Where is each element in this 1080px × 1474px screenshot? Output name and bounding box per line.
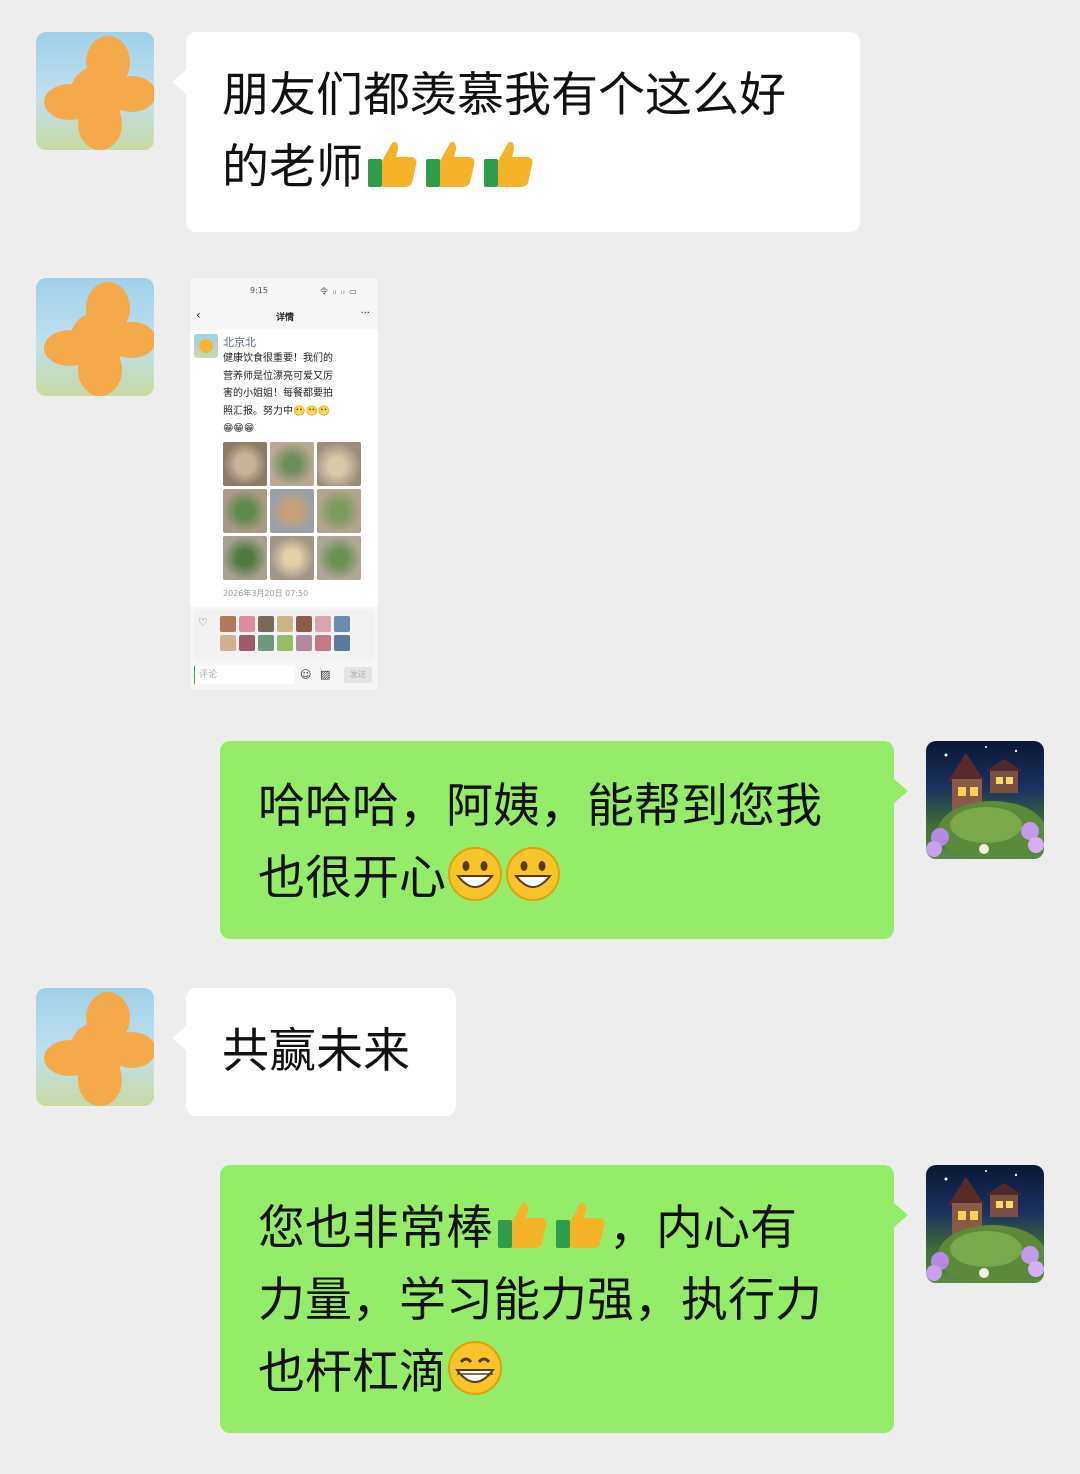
avatar-blur-mask: [44, 282, 154, 396]
my-avatar[interactable]: [926, 1165, 1044, 1283]
message-text-line: 共赢未来: [222, 1024, 410, 1079]
nav-title: 详情: [276, 313, 295, 323]
message-text-line: 朋友们都羡慕我有个这么好: [222, 68, 786, 123]
thumbs-up-icon: [426, 141, 475, 187]
avatar-blur-mask: [44, 992, 154, 1106]
food-photo: [317, 442, 361, 486]
contact-avatar[interactable]: [36, 32, 154, 150]
thumbs-up-icon: [484, 141, 533, 187]
liker-avatar: [258, 635, 274, 651]
post-avatar: [194, 334, 218, 358]
post-line: 营养师是位漂亮可爱又厉: [223, 370, 333, 382]
contact-avatar[interactable]: [36, 988, 154, 1106]
post-line: 健康饮食很重要！我们的: [223, 353, 333, 364]
comment-bar: 评论 ☺ ▨ 发送: [194, 666, 374, 686]
image-message-screenshot[interactable]: 9:15 令 ᵢₗ ᵢₗ ▭ ‹ 详情 ··· 北京北 健康饮食很重要！我们的 …: [190, 278, 378, 690]
food-photo: [270, 489, 314, 533]
liker-avatar: [315, 616, 331, 632]
send-button: 发送: [344, 667, 372, 683]
message-bubble-incoming[interactable]: 朋友们都羡慕我有个这么好 的老师: [172, 32, 860, 232]
photo-grid: [223, 442, 361, 580]
liker-avatar: [315, 635, 331, 651]
heart-icon: ♡: [198, 616, 208, 629]
status-icons: 令 ᵢₗ ᵢₗ ▭: [320, 287, 358, 296]
post-line: 😁😁😁: [223, 423, 255, 434]
bubble-tail: [172, 1026, 186, 1050]
liker-avatar: [334, 635, 350, 651]
liker-avatar: [296, 616, 312, 632]
liker-avatar: [277, 616, 293, 632]
house-scene-image: [926, 746, 1044, 859]
likes-panel: ♡: [194, 610, 374, 660]
thumbs-up-icon: [368, 141, 417, 187]
grinning-face-icon: [448, 847, 502, 901]
emoji-icon: ☺: [300, 668, 312, 681]
house-scene-image: [926, 1170, 1044, 1283]
comment-input: 评论: [194, 666, 294, 684]
bubble-tail: [894, 1203, 908, 1227]
image-icon: ▨: [320, 668, 331, 681]
message-text-line: 力量，学习能力强，执行力: [258, 1273, 822, 1328]
food-photo: [223, 442, 267, 486]
liker-avatar: [239, 616, 255, 632]
liker-avatar: [277, 635, 293, 651]
message-text-line: 也杆杠滴: [258, 1337, 894, 1409]
message-text-line: 也很开心: [258, 843, 894, 915]
back-icon: ‹: [196, 308, 201, 322]
food-photo: [317, 489, 361, 533]
thumbs-up-icon: [556, 1202, 605, 1248]
nav-bar: ‹ 详情 ···: [190, 308, 378, 326]
liker-avatar: [239, 635, 255, 651]
status-bar: 9:15 令 ᵢₗ ᵢₗ ▭: [190, 286, 378, 300]
liker-avatar: [220, 635, 236, 651]
message-text-line: 的老师: [222, 132, 860, 204]
post-text: 健康饮食很重要！我们的 营养师是位漂亮可爱又厉 害的小姐姐！每餐都要拍 照汇报。…: [223, 350, 373, 438]
grinning-face-icon: [448, 1341, 502, 1395]
food-photo: [223, 489, 267, 533]
post-timestamp: 2026年3月20日 07:50: [223, 589, 309, 598]
message-bubble-incoming[interactable]: 共赢未来: [172, 988, 456, 1116]
food-photo: [317, 536, 361, 580]
liker-avatar: [220, 616, 236, 632]
liker-avatar: [258, 616, 274, 632]
post-line: 害的小姐姐！每餐都要拍: [223, 388, 333, 399]
more-icon: ···: [360, 308, 370, 319]
liker-avatar: [296, 635, 312, 651]
moment-post: 北京北 健康饮食很重要！我们的 营养师是位漂亮可爱又厉 害的小姐姐！每餐都要拍 …: [190, 330, 378, 606]
post-username: 北京北: [223, 336, 256, 349]
my-avatar[interactable]: [926, 741, 1044, 859]
bubble-tail: [172, 70, 186, 94]
message-bubble-outgoing[interactable]: 哈哈哈，阿姨，能帮到您我 也很开心: [220, 741, 908, 939]
avatar-blur-mask: [44, 36, 154, 150]
bubble-tail: [894, 779, 908, 803]
liker-avatar: [334, 616, 350, 632]
food-photo: [270, 442, 314, 486]
status-time: 9:15: [250, 286, 268, 295]
grinning-face-icon: [506, 847, 560, 901]
food-photo: [270, 536, 314, 580]
liker-avatars: [220, 616, 350, 651]
message-text-line: 您也非常棒 ，内心有: [258, 1193, 894, 1265]
contact-avatar[interactable]: [36, 278, 154, 396]
post-line: 照汇报。努力中😬😬😬: [223, 405, 331, 417]
food-photo: [223, 536, 267, 580]
message-bubble-outgoing[interactable]: 您也非常棒 ，内心有 力量，学习能力强，执行力 也杆杠滴: [220, 1165, 908, 1433]
thumbs-up-icon: [498, 1202, 547, 1248]
message-text-line: 哈哈哈，阿姨，能帮到您我: [258, 779, 822, 834]
